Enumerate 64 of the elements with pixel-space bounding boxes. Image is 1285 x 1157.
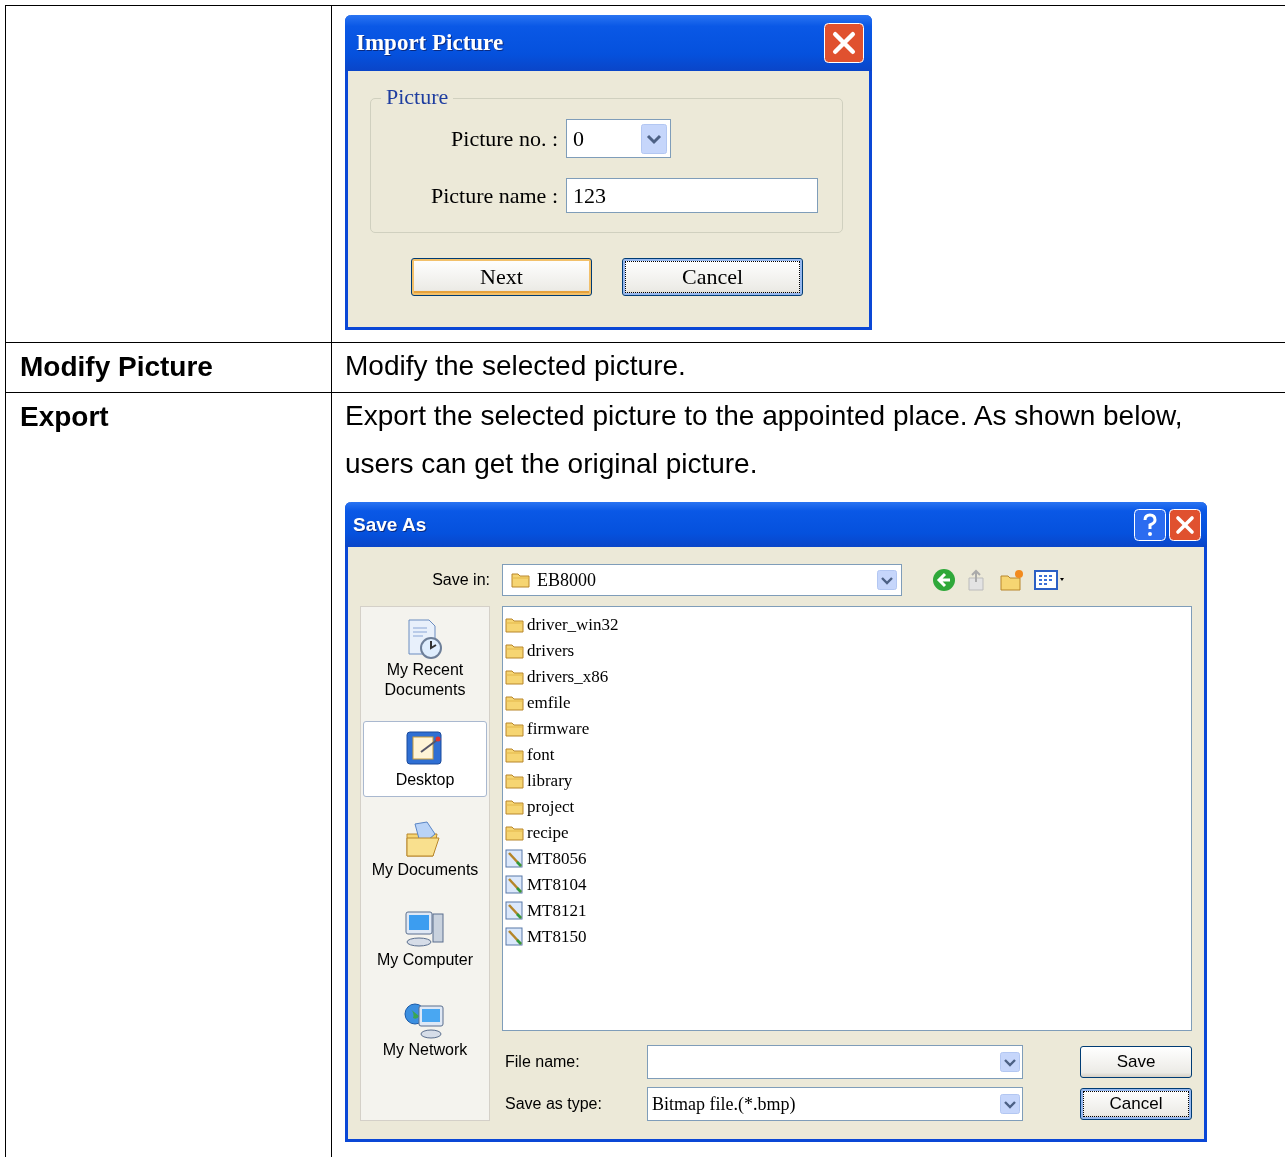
file-item[interactable]: firmware [505, 717, 590, 741]
close-button[interactable] [1169, 508, 1201, 541]
folder-dropdown[interactable]: EB8000 [502, 564, 902, 596]
file-item[interactable]: library [505, 769, 573, 793]
row-heading: Modify Picture [20, 351, 213, 382]
file-type-dropdown[interactable]: Bitmap file.(*.bmp) [647, 1087, 1023, 1121]
places-item[interactable]: My Recent Documents [363, 611, 487, 707]
file-item[interactable]: MT8121 [505, 899, 587, 923]
file-item[interactable]: drivers_x86 [505, 665, 609, 689]
row-heading: Export [20, 401, 109, 432]
close-icon [1169, 508, 1201, 541]
image-file-icon [505, 849, 525, 869]
file-item[interactable]: project [505, 795, 575, 819]
image-file-icon [505, 927, 525, 947]
dialog-button[interactable]: Cancel [1080, 1088, 1192, 1120]
image-file-icon [505, 901, 525, 921]
field-label: Picture name : [429, 182, 559, 209]
places-item[interactable]: My Computer [363, 901, 487, 977]
help-button[interactable] [1134, 508, 1166, 541]
text-field[interactable]: 123 [566, 178, 818, 213]
dropdown-field[interactable]: 0 [566, 119, 671, 158]
help-icon [1134, 508, 1166, 541]
file-item[interactable]: font [505, 743, 555, 767]
file-item[interactable]: recipe [505, 821, 569, 845]
places-item[interactable]: Desktop [363, 721, 487, 797]
field-label: Picture no. : [450, 125, 559, 152]
field-label: File name: [504, 1053, 581, 1071]
file-item[interactable]: MT8150 [505, 925, 587, 949]
file-item[interactable]: drivers [505, 639, 575, 663]
view-menu-button[interactable] [1034, 568, 1066, 592]
dialog-title: Import Picture [356, 30, 504, 56]
computer-icon [403, 908, 447, 950]
row-description: Modify the selected picture. [345, 349, 687, 383]
folder-icon [505, 615, 525, 635]
close-button[interactable] [824, 23, 864, 63]
field-label: Save as type: [504, 1095, 603, 1113]
folder-icon [505, 745, 525, 765]
new-folder-button[interactable] [1000, 568, 1024, 592]
folder-icon [505, 667, 525, 687]
dialog-button[interactable]: Next [411, 258, 592, 296]
row-description: Export the selected picture to the appointed place. As shown below, users can get the original picture. [345, 399, 1184, 481]
file-item[interactable]: MT8104 [505, 873, 587, 897]
dialog-title: Save As [353, 513, 428, 536]
folder-icon [505, 797, 525, 817]
dialog-button[interactable]: Save [1080, 1046, 1192, 1078]
field-label: Save in: [431, 571, 490, 589]
dialog-button[interactable]: Cancel [622, 258, 803, 296]
file-item[interactable]: emfile [505, 691, 571, 715]
new-folder-icon [1000, 568, 1024, 592]
folder-icon [505, 771, 525, 791]
close-icon [824, 23, 864, 63]
folder-icon [505, 719, 525, 739]
places-item[interactable]: My Documents [363, 811, 487, 887]
file-item[interactable]: MT8056 [505, 847, 587, 871]
image-file-icon [505, 875, 525, 895]
back-arrow-button[interactable] [932, 568, 956, 592]
folder-icon [511, 570, 531, 590]
file-name-field[interactable] [647, 1045, 1023, 1079]
file-item[interactable]: driver_win32 [505, 613, 619, 637]
folder-icon [505, 823, 525, 843]
view-menu-icon [1034, 568, 1066, 592]
folder-icon [505, 693, 525, 713]
folder-icon [505, 641, 525, 661]
places-item[interactable]: My Network [363, 991, 487, 1067]
